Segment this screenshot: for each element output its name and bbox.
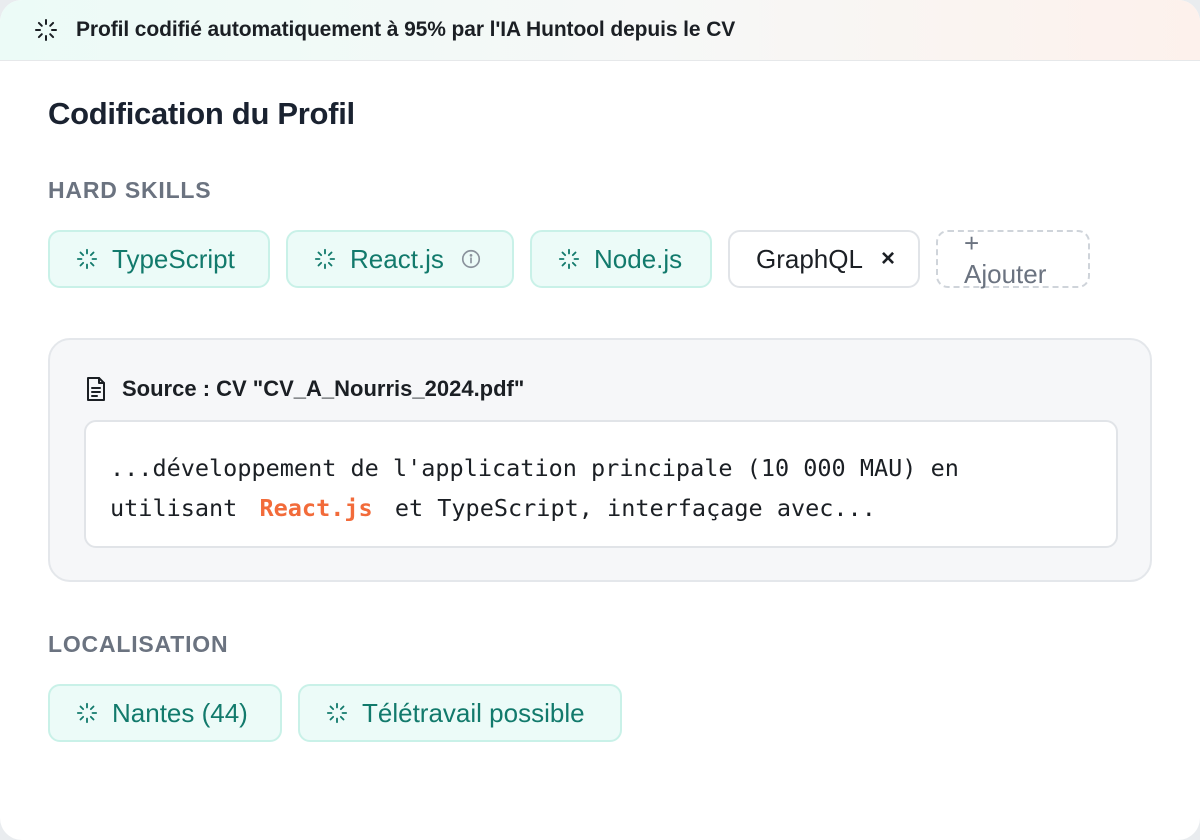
cv-excerpt: ...développement de l'application princi… bbox=[84, 420, 1118, 548]
loader-icon bbox=[76, 248, 98, 270]
skill-chip-label: GraphQL bbox=[756, 243, 863, 274]
skill-chip-label: TypeScript bbox=[112, 243, 235, 274]
skill-chip-typescript[interactable]: TypeScript bbox=[48, 230, 270, 288]
location-chip-remote[interactable]: Télétravail possible bbox=[298, 684, 622, 742]
info-icon[interactable] bbox=[460, 248, 482, 270]
add-skill-label: + Ajouter bbox=[964, 228, 1047, 289]
banner-text: Profil codifié automatiquement à 95% par… bbox=[76, 18, 736, 41]
skill-chip-graphql[interactable]: GraphQL × bbox=[728, 230, 920, 288]
cv-source-panel: Source : CV "CV_A_Nourris_2024.pdf" ...d… bbox=[48, 338, 1152, 582]
loader-icon bbox=[76, 702, 98, 724]
location-chip-label: Télétravail possible bbox=[362, 697, 585, 728]
location-chip-nantes[interactable]: Nantes (44) bbox=[48, 684, 282, 742]
hard-skills-label: HARD SKILLS bbox=[48, 177, 212, 203]
location-chip-label: Nantes (44) bbox=[112, 697, 248, 728]
localisation-label: LOCALISATION bbox=[48, 631, 229, 657]
loader-icon bbox=[314, 248, 336, 270]
skill-chip-reactjs[interactable]: React.js bbox=[286, 230, 514, 288]
source-header: Source : CV "CV_A_Nourris_2024.pdf" bbox=[84, 376, 524, 402]
page-title: Codification du Profil bbox=[48, 96, 355, 131]
localisation-chips: Nantes (44) Télétravail possible bbox=[48, 684, 622, 742]
profile-codification-card: Profil codifié automatiquement à 95% par… bbox=[0, 0, 1200, 840]
excerpt-text: et TypeScript, interfaçage avec... bbox=[380, 494, 876, 522]
add-skill-button[interactable]: + Ajouter bbox=[936, 228, 1090, 289]
document-icon bbox=[84, 376, 108, 402]
loader-icon bbox=[558, 248, 580, 270]
loader-icon bbox=[326, 702, 348, 724]
hard-skills-chips: TypeScript React.js Node.js GraphQL × + … bbox=[48, 228, 1090, 289]
ai-status-banner: Profil codifié automatiquement à 95% par… bbox=[0, 0, 1200, 61]
excerpt-highlight: React.js bbox=[259, 494, 373, 522]
loader-icon bbox=[34, 18, 58, 42]
source-title: Source : CV "CV_A_Nourris_2024.pdf" bbox=[122, 376, 525, 401]
skill-chip-label: Node.js bbox=[594, 243, 683, 274]
skill-chip-nodejs[interactable]: Node.js bbox=[530, 230, 712, 288]
skill-chip-label: React.js bbox=[350, 243, 444, 274]
remove-chip-button[interactable]: × bbox=[881, 245, 895, 273]
